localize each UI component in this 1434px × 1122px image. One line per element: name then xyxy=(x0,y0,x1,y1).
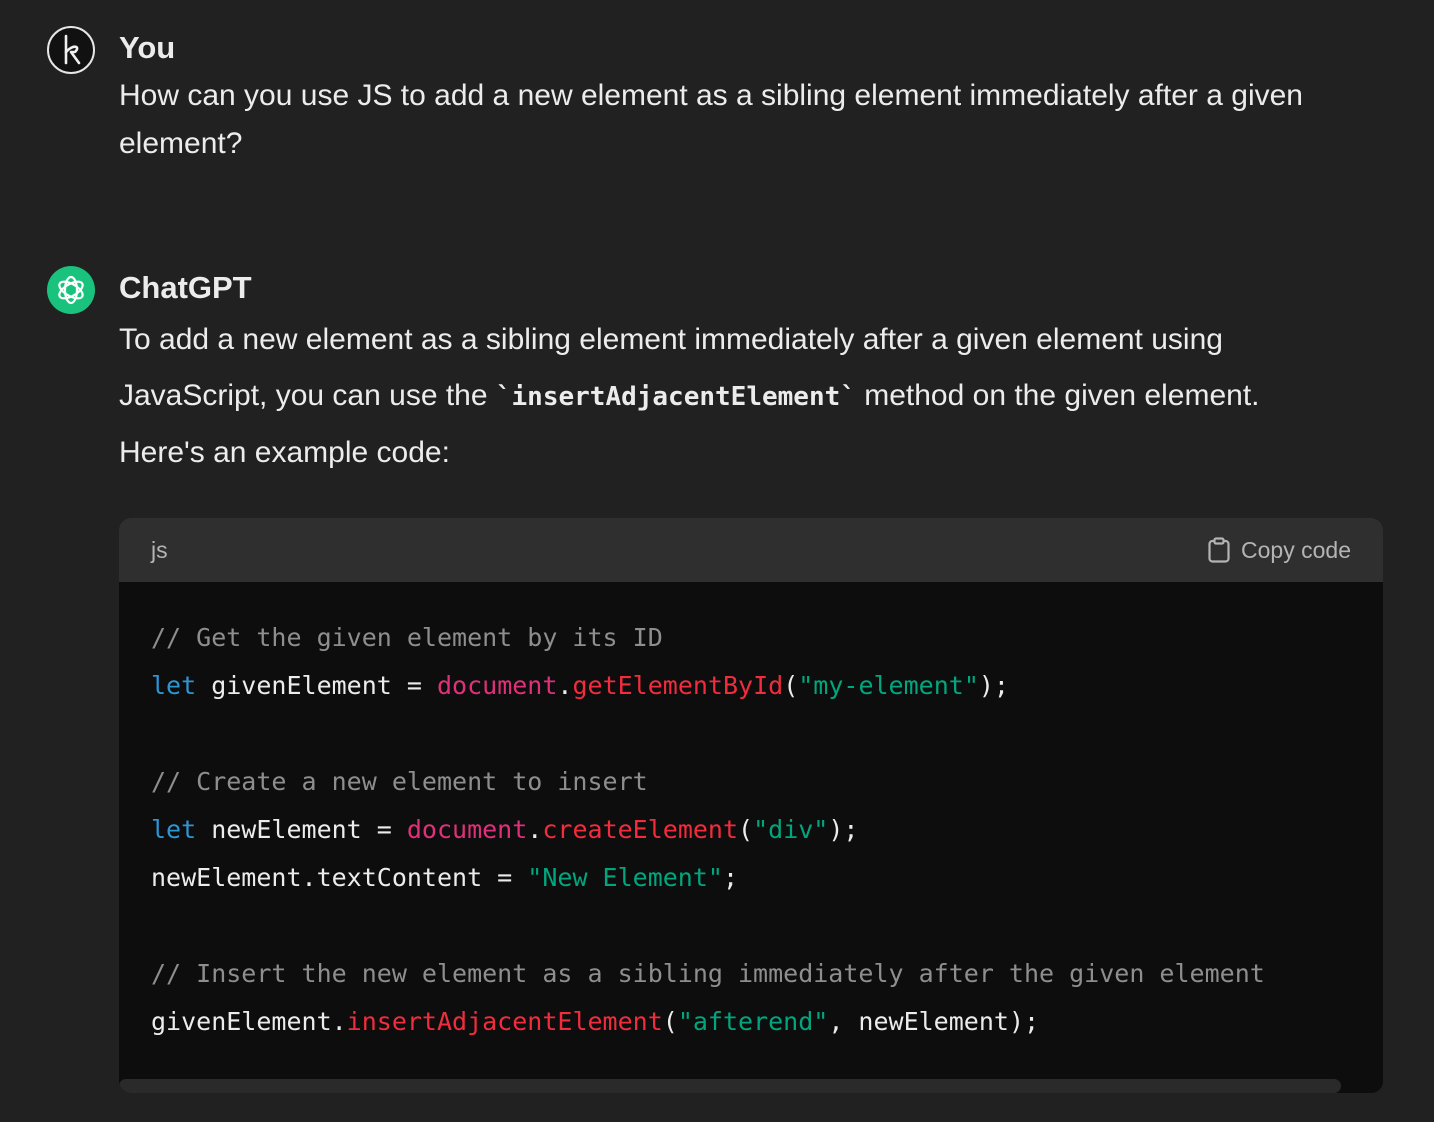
code-line: newElement.textContent = "New Element"; xyxy=(151,854,1383,902)
code-token: // Insert the new element as a sibling i… xyxy=(151,959,1265,988)
code-token: // Get the given element by its ID xyxy=(151,623,663,652)
scrollbar-thumb[interactable] xyxy=(119,1079,1341,1093)
code-line: // Insert the new element as a sibling i… xyxy=(151,950,1383,998)
user-sender-name: You xyxy=(119,30,176,65)
code-token: ( xyxy=(738,815,754,844)
inline-code: `insertAdjacentElement` xyxy=(495,382,856,412)
code-token: "div" xyxy=(753,815,829,844)
openai-logo-icon xyxy=(47,266,95,314)
openai-logo-svg xyxy=(58,275,84,305)
code-token: newElement.textContent = xyxy=(151,863,528,892)
clipboard-icon xyxy=(1208,537,1230,563)
code-token: newElement = xyxy=(196,815,407,844)
code-token: ( xyxy=(783,671,799,700)
code-token: "afterend" xyxy=(677,1007,829,1036)
code-token: document xyxy=(406,815,528,844)
code-horizontal-scrollbar[interactable] xyxy=(119,1077,1383,1093)
code-token: insertAdjacentElement xyxy=(346,1007,663,1036)
assistant-message-text: To add a new element as a sibling elemen… xyxy=(119,312,1349,481)
code-token: ); xyxy=(978,671,1009,700)
code-line: let givenElement = document.getElementBy… xyxy=(151,662,1383,710)
code-token: givenElement. xyxy=(151,1007,347,1036)
code-token: , newElement); xyxy=(828,1007,1040,1036)
code-token: ( xyxy=(662,1007,678,1036)
assistant-sender-name: ChatGPT xyxy=(119,270,252,305)
code-content: // Get the given element by its ID let gi… xyxy=(151,614,1383,1046)
code-token: "New Element" xyxy=(527,863,723,892)
code-token: // Create a new element to insert xyxy=(151,767,648,796)
code-token: "my-element" xyxy=(798,671,979,700)
code-token: document xyxy=(436,671,558,700)
code-token: let xyxy=(151,671,197,700)
copy-code-label: Copy code xyxy=(1241,536,1351,563)
code-line: // Create a new element to insert xyxy=(151,758,1383,806)
code-token: . xyxy=(557,671,573,700)
code-token: . xyxy=(527,815,543,844)
code-token: givenElement = xyxy=(196,671,437,700)
code-token: ); xyxy=(828,815,859,844)
code-block-header: js Copy code xyxy=(119,518,1383,582)
code-token: getElementById xyxy=(572,671,784,700)
code-language-label: js xyxy=(151,536,168,563)
code-line: givenElement.insertAdjacentElement("afte… xyxy=(151,998,1383,1046)
user-avatar xyxy=(47,26,95,74)
code-line: // Get the given element by its ID xyxy=(151,614,1383,662)
code-block: js Copy code // Get the given element by… xyxy=(119,518,1383,1093)
user-message-text: How can you use JS to add a new element … xyxy=(119,79,1303,160)
code-token: ; xyxy=(722,863,739,892)
code-token: let xyxy=(151,815,197,844)
copy-code-button[interactable]: Copy code xyxy=(1207,537,1351,564)
code-token: createElement xyxy=(542,815,739,844)
code-line: let newElement = document.createElement(… xyxy=(151,806,1383,854)
user-avatar-letter-icon xyxy=(64,34,81,65)
